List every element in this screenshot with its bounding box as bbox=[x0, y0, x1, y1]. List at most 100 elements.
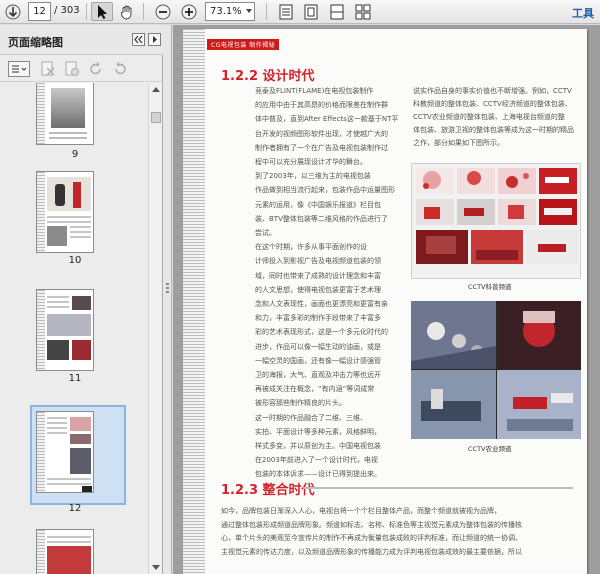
figure-image bbox=[411, 301, 581, 439]
text-line: 如今，品牌包装日渐深入人心，电视台将一个个栏目整体产品，而整个频道就被视为品牌， bbox=[221, 507, 501, 515]
grid-view-icon bbox=[355, 4, 371, 19]
two-page-button[interactable] bbox=[327, 2, 347, 21]
thumbnail-panel-title: 页面缩略图 bbox=[8, 36, 63, 49]
text-line: 样式多变，并以原创为主。中国电视包装 bbox=[255, 442, 381, 450]
insert-pages-button[interactable] bbox=[64, 61, 80, 77]
zoom-in-button[interactable] bbox=[178, 2, 200, 21]
toolbar: 12 / 303 73.1% 工具 bbox=[0, 0, 600, 24]
fit-page-icon bbox=[304, 4, 318, 19]
scrollbar-thumb[interactable] bbox=[151, 112, 161, 123]
text-line: 彩的艺术表现形式，这是一个多元化时代的 bbox=[255, 328, 388, 337]
text-line: 程中可以充分展现设计才华的舞台。 bbox=[255, 158, 367, 166]
zoom-out-button[interactable] bbox=[152, 2, 174, 21]
thumbnail-label: 12 bbox=[68, 503, 82, 514]
scroll-down-icon[interactable] bbox=[152, 565, 160, 570]
splitter-grip bbox=[166, 291, 169, 293]
hand-tool-button[interactable] bbox=[116, 2, 138, 21]
list-menu-icon bbox=[12, 65, 27, 73]
fit-width-button[interactable] bbox=[276, 2, 296, 21]
figure-caption: CCTV科普频道 bbox=[468, 283, 512, 291]
rotate-counterclockwise-button[interactable] bbox=[88, 61, 104, 77]
zoom-level-select[interactable]: 73.1% bbox=[205, 2, 255, 21]
splitter-grip bbox=[166, 283, 169, 285]
scroll-up-icon[interactable] bbox=[152, 87, 160, 92]
text-line: 一幅空灵的国画，还有像一幅设计感强管 bbox=[255, 356, 381, 365]
page-thumbnail-9[interactable] bbox=[36, 83, 94, 145]
text-line: 念和人文表现性，画面也更漂亮和更富有亲 bbox=[255, 300, 388, 308]
text-line: 说实作品自身的事实价值也不断增强。例如，CCTV bbox=[413, 87, 572, 95]
rotate-clockwise-button[interactable] bbox=[112, 61, 128, 77]
rotate-right-icon bbox=[115, 62, 126, 75]
tools-menu-link[interactable]: 工具 bbox=[572, 5, 594, 21]
rotate-view-button[interactable] bbox=[353, 2, 373, 21]
text-line: 再被成关注在概念，“有内涵”等词成常 bbox=[255, 385, 375, 394]
thumbnail-label: 11 bbox=[68, 373, 82, 384]
text-line: 的人文思想，使得电视包装更富于艺术理 bbox=[255, 285, 381, 294]
rotate-left-icon bbox=[90, 62, 101, 75]
minus-circle-icon bbox=[155, 4, 171, 19]
panel-splitter[interactable] bbox=[163, 25, 172, 574]
text-line: 被形容那些制作精良的片头。 bbox=[255, 399, 346, 408]
thumbnail-options-button[interactable] bbox=[8, 61, 30, 77]
page-number-input[interactable]: 12 bbox=[28, 2, 51, 21]
two-page-icon bbox=[330, 4, 344, 19]
text-line: 之作，部分如果如下图所示。 bbox=[413, 139, 504, 147]
toolbar-divider bbox=[266, 3, 267, 20]
text-line: 体包装、旅游卫视的整体包装等成为这一时期的精品 bbox=[413, 126, 574, 134]
zoom-level-value: 73.1% bbox=[210, 6, 242, 17]
text-line: 通过整体包装形成频道品牌形象。频道如标志、名称、标准色等主视觉元素成为整体包装的… bbox=[221, 520, 522, 529]
chevron-down-icon bbox=[246, 9, 252, 13]
delete-page-icon bbox=[41, 61, 55, 76]
text-line: 在2003年前进入了一个设计时代，电视 bbox=[255, 456, 378, 465]
text-line: 体中普及，直到After Effects这一款基于NT平 bbox=[255, 115, 399, 124]
page-thumbnail-11[interactable] bbox=[36, 289, 94, 371]
text-line: 心，单个片头的美观至今宣传片的制作不再成为衡量包装成败的评判标准，而让频道的统一… bbox=[221, 534, 522, 542]
splitter-grip bbox=[166, 287, 169, 289]
figure-image bbox=[416, 168, 578, 264]
toolbar-divider bbox=[143, 3, 144, 20]
panel-options-button[interactable] bbox=[148, 33, 161, 46]
page-total-label: / 303 bbox=[54, 5, 80, 16]
section-rule bbox=[303, 487, 573, 489]
page-thumbnail-13[interactable] bbox=[36, 529, 94, 574]
thumbnail-label: 10 bbox=[68, 255, 82, 266]
page-down-button[interactable] bbox=[2, 2, 24, 21]
page-thumbnail-10[interactable] bbox=[36, 171, 94, 253]
text-line: 竞泰及FLINT(FLAME)在电视包装制作 bbox=[255, 87, 374, 95]
text-line: CCTV农业频道的整体包装、上海电视台频道的整 bbox=[413, 113, 565, 121]
figure-cctv-agriculture-channel bbox=[411, 301, 581, 439]
fit-page-button[interactable] bbox=[301, 2, 321, 21]
text-line: 制作者拥有了一个在广告及电视包装制作过 bbox=[255, 143, 388, 152]
collapse-panel-button[interactable] bbox=[132, 33, 145, 46]
page-edge-shadow bbox=[183, 29, 205, 574]
text-line: 域，同时也带来了成熟的设计理念和丰富 bbox=[255, 271, 381, 280]
text-line: 的应用中由于其高昂的价格而限差在制作群 bbox=[255, 101, 388, 110]
fit-width-icon bbox=[279, 4, 293, 19]
figure-cctv-science-channel bbox=[411, 163, 581, 279]
document-view[interactable]: CG电视包装 制作揭秘 1.2.2 设计时代 竞泰及FLINT(FLAME)在电… bbox=[173, 25, 600, 574]
running-head: CG电视包装 制作揭秘 bbox=[207, 39, 280, 50]
text-line: 到了2003年，以三维为主的电视包装 bbox=[255, 172, 371, 181]
delete-pages-button[interactable] bbox=[40, 61, 56, 77]
thumbnail-panel: 页面缩略图 9 10 11 12 bbox=[0, 25, 163, 574]
thumbnail-label: 9 bbox=[71, 149, 79, 160]
thumbnail-list: 9 10 11 12 bbox=[0, 83, 150, 574]
thumbnail-scrollbar[interactable] bbox=[148, 83, 162, 574]
double-chevron-left-icon bbox=[134, 35, 143, 44]
text-line: 进步，作品可以像一幅生动的油画，或是 bbox=[255, 342, 381, 351]
cursor-arrow-icon bbox=[98, 4, 107, 19]
select-tool-button[interactable] bbox=[91, 2, 113, 21]
figure-caption: CCTV农业频道 bbox=[468, 445, 512, 453]
page-thumbnail-12[interactable] bbox=[36, 411, 94, 493]
section-title: 1.2.2 设计时代 bbox=[221, 69, 315, 84]
text-line: 科教频道的整体包装、CCTV经济频道的整体包装、 bbox=[413, 100, 572, 108]
document-page: CG电视包装 制作揭秘 1.2.2 设计时代 竞泰及FLINT(FLAME)在电… bbox=[183, 29, 587, 574]
text-line: 作品做到相当流行起来，包装作品中运量图形 bbox=[255, 186, 395, 195]
text-line: 这一时期的作品融合了二维、三维、 bbox=[255, 413, 367, 422]
text-line: 尝试。 bbox=[255, 229, 276, 237]
text-line: 卫的海报，大气、直观及冲击力等也远开 bbox=[255, 371, 381, 379]
text-line: 实拍、平面设计等多种元素，风格鲜明， bbox=[255, 427, 381, 436]
arrow-down-circle-icon bbox=[5, 4, 21, 19]
text-line: 和力，丰富多彩的制作手段带来了丰富多 bbox=[255, 314, 381, 323]
insert-page-icon bbox=[65, 61, 79, 76]
